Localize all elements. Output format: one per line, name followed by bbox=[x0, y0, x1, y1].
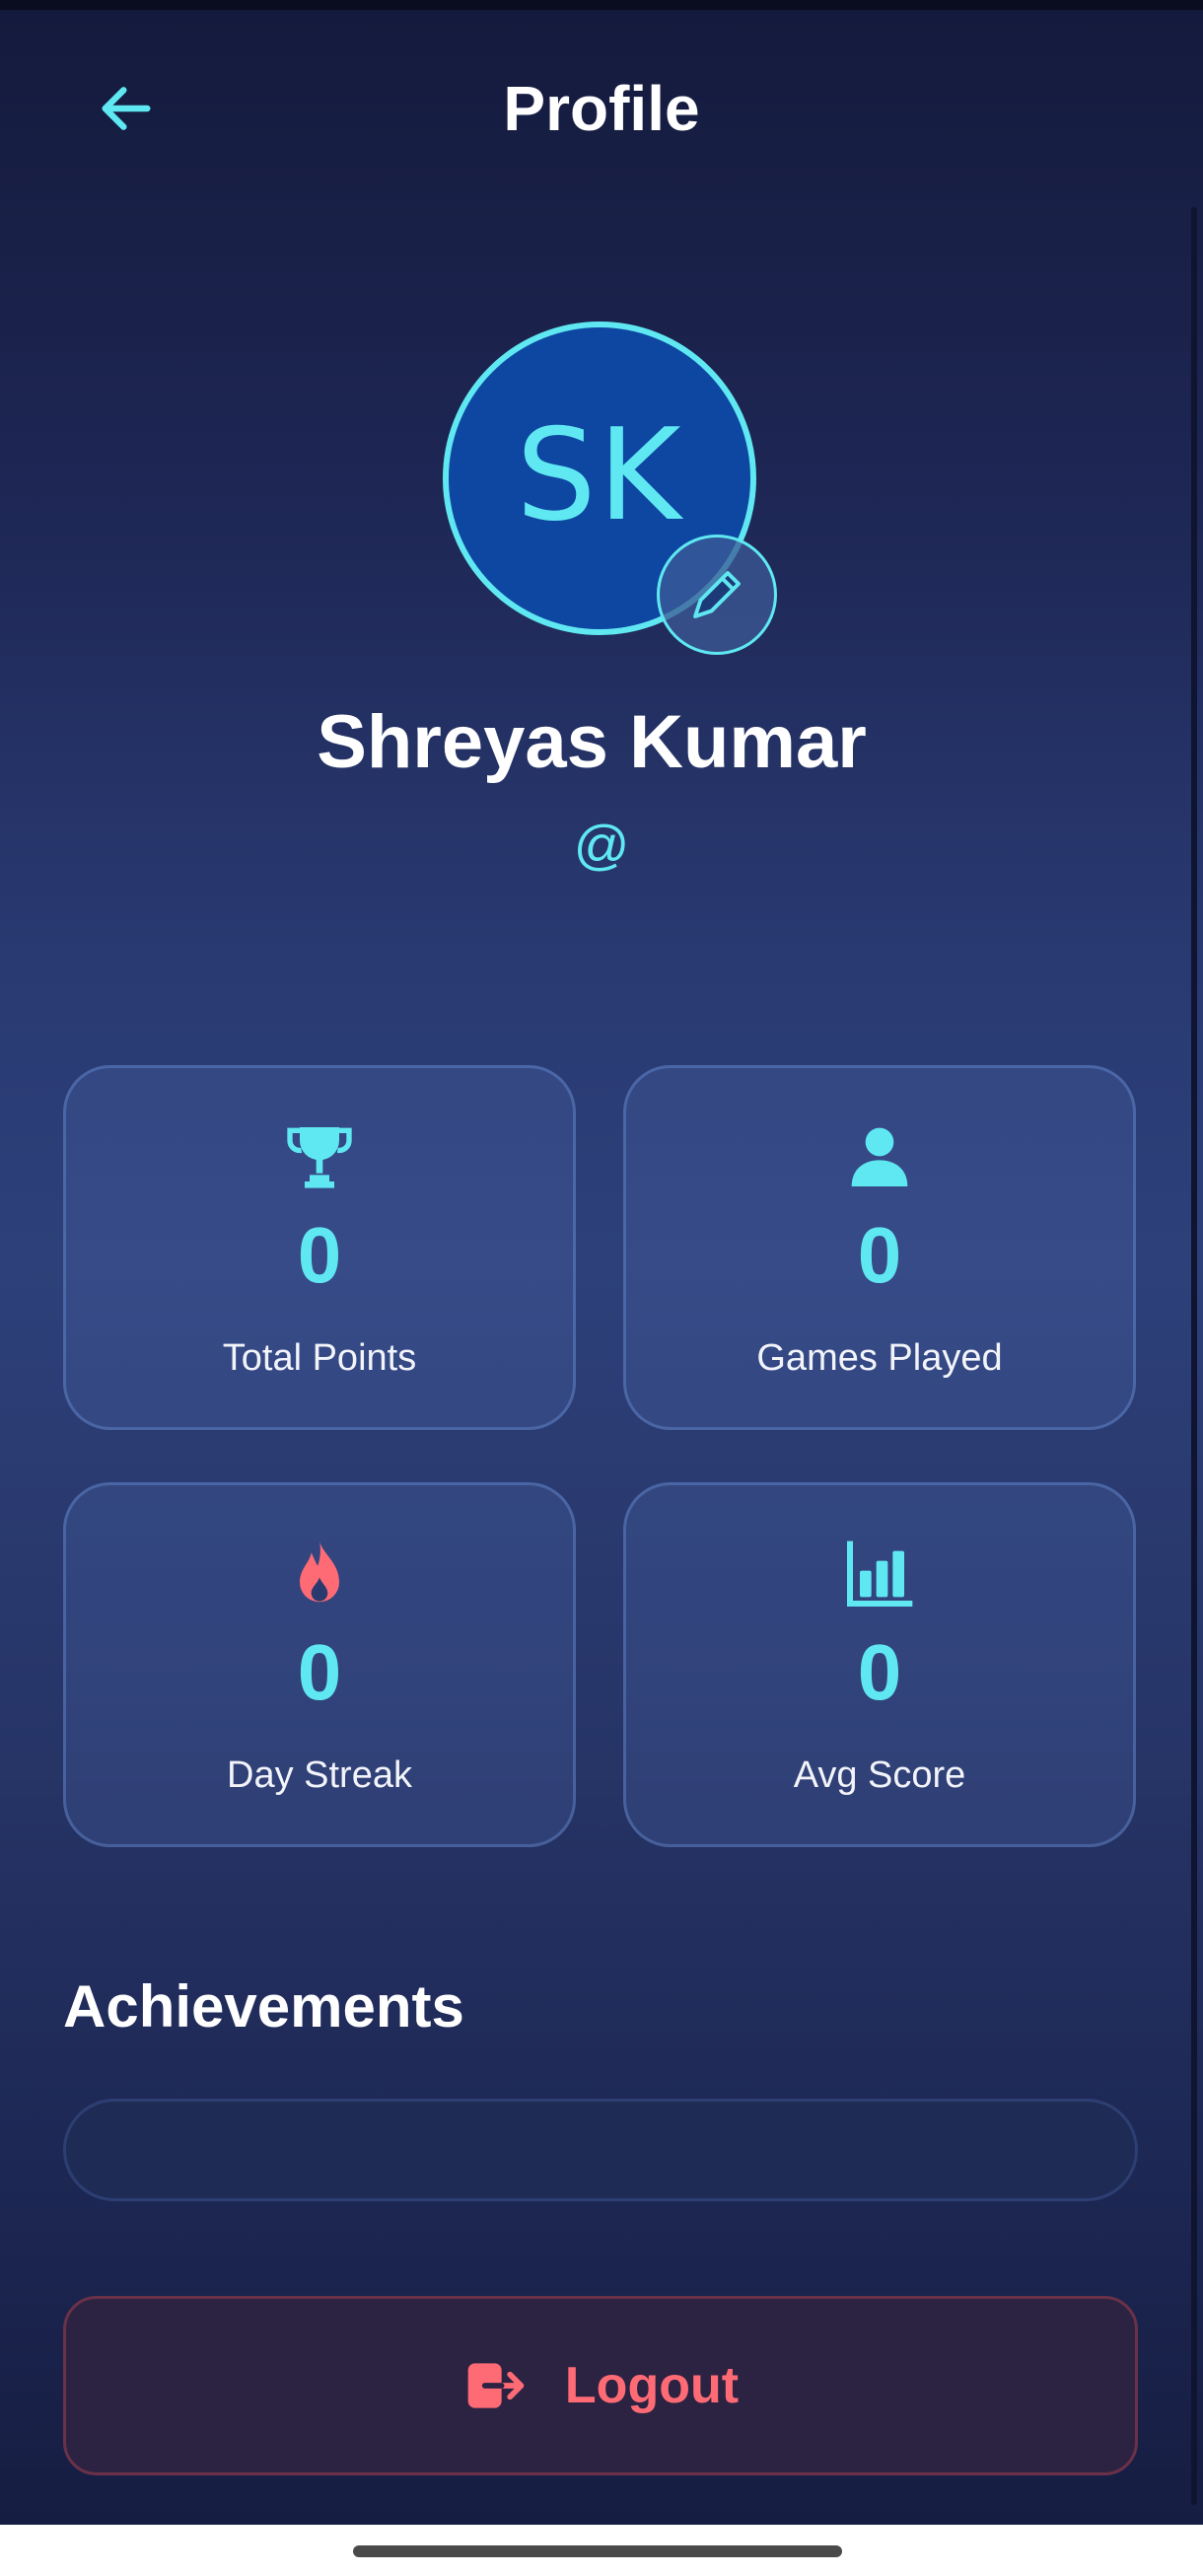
stat-label: Games Played bbox=[756, 1337, 1003, 1379]
pencil-icon bbox=[693, 571, 741, 618]
stat-value: 0 bbox=[297, 1211, 342, 1299]
stat-label: Avg Score bbox=[793, 1754, 966, 1796]
trophy-icon bbox=[287, 1127, 352, 1188]
stat-value: 0 bbox=[857, 1628, 902, 1716]
stat-card-day-streak: 0 Day Streak bbox=[63, 1482, 576, 1847]
logout-button[interactable]: Logout bbox=[63, 2296, 1138, 2475]
stat-value: 0 bbox=[297, 1628, 342, 1716]
stat-label: Total Points bbox=[222, 1337, 417, 1379]
stat-value: 0 bbox=[857, 1211, 902, 1299]
achievements-list bbox=[63, 2099, 1138, 2201]
edit-avatar-button[interactable] bbox=[657, 535, 777, 655]
person-icon bbox=[851, 1127, 908, 1186]
home-indicator[interactable] bbox=[353, 2545, 842, 2557]
bar-chart-icon bbox=[847, 1540, 913, 1607]
logout-label: Logout bbox=[564, 2357, 740, 2414]
stat-card-total-points: 0 Total Points bbox=[63, 1065, 576, 1430]
stat-card-avg-score: 0 Avg Score bbox=[623, 1482, 1136, 1847]
scrollbar[interactable] bbox=[1191, 207, 1197, 2505]
stat-card-games-played: 0 Games Played bbox=[623, 1065, 1136, 1430]
flame-icon bbox=[300, 1540, 339, 1603]
avatar-initials: SK bbox=[516, 401, 683, 549]
stat-label: Day Streak bbox=[227, 1754, 412, 1796]
profile-screen: Profile SK Shreyas Kumar @ 0 Total Point… bbox=[0, 0, 1203, 2525]
page-title: Profile bbox=[503, 73, 700, 144]
status-bar bbox=[0, 0, 1203, 10]
user-name: Shreyas Kumar bbox=[317, 700, 867, 784]
achievements-title: Achievements bbox=[63, 1973, 464, 2039]
logout-icon bbox=[467, 2363, 525, 2408]
user-handle: @ bbox=[573, 814, 630, 876]
